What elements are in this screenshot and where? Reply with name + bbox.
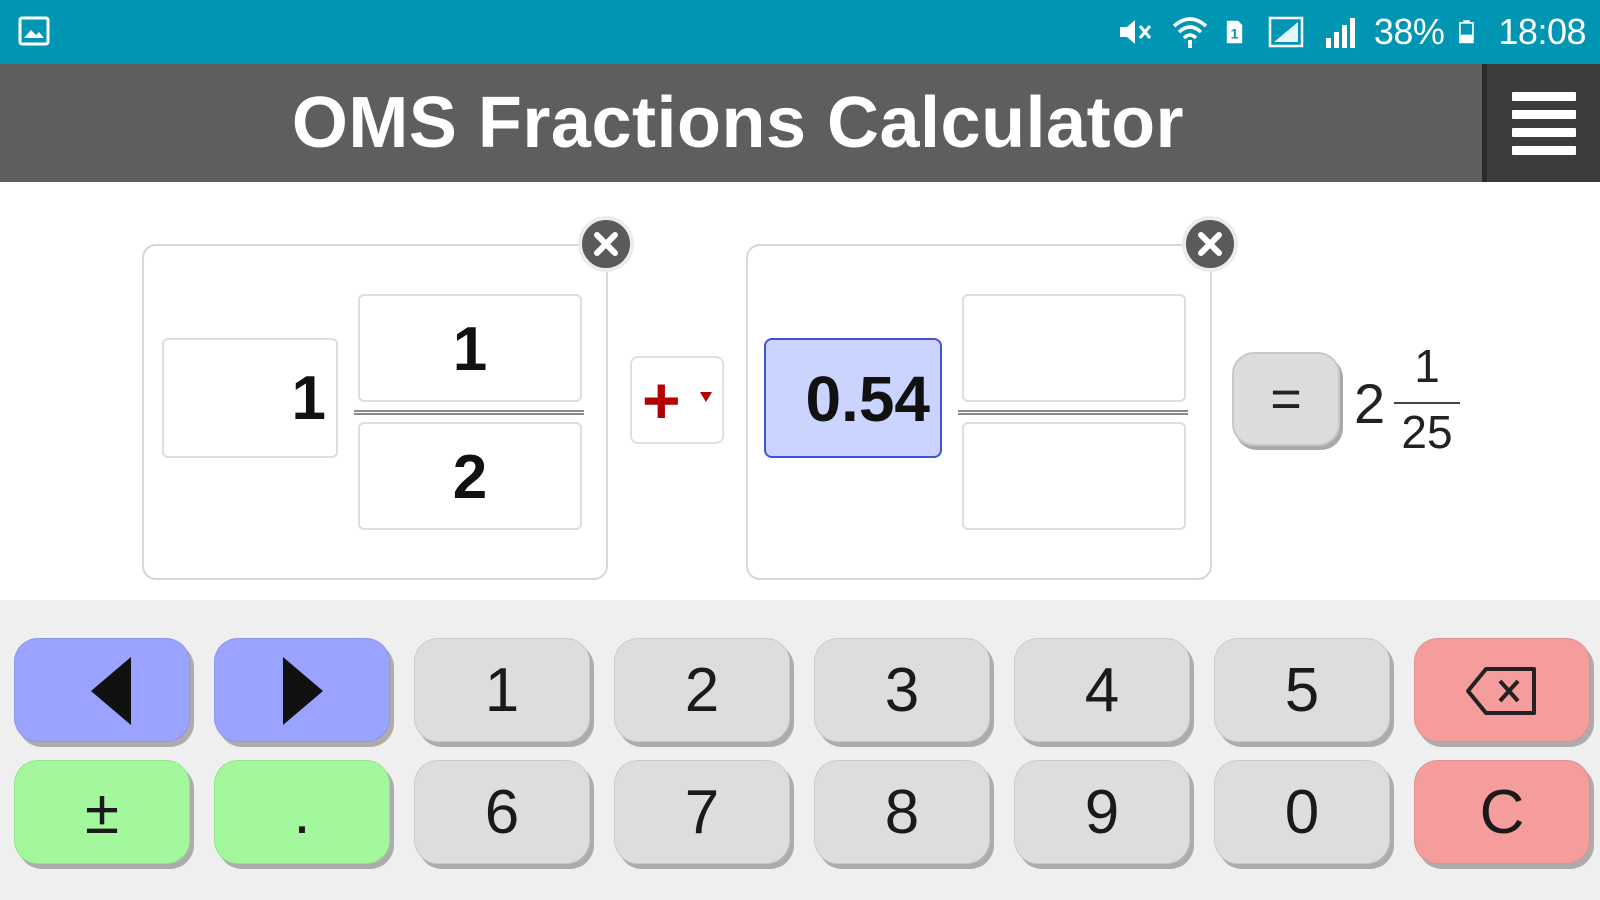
- cursor-right-button[interactable]: [214, 638, 390, 742]
- fraction-2-panel: 0.54: [746, 216, 1238, 580]
- status-bar: 1 38% 18:08: [0, 0, 1600, 64]
- fraction-1-numerator-input[interactable]: 1: [358, 294, 582, 402]
- hamburger-menu-icon[interactable]: [1482, 64, 1600, 182]
- key-0[interactable]: 0: [1214, 760, 1390, 864]
- dropdown-arrow-icon: [700, 392, 712, 402]
- title-bar: OMS Fractions Calculator: [0, 64, 1600, 182]
- battery-percent: 38%: [1373, 11, 1445, 52]
- signal-icon: [1268, 16, 1304, 48]
- fraction-2-whole-input[interactable]: 0.54: [764, 338, 942, 458]
- battery-icon: [1459, 20, 1475, 44]
- backspace-button[interactable]: [1414, 638, 1590, 742]
- mute-icon: [1119, 20, 1151, 44]
- fraction-2-bar: [958, 410, 1188, 415]
- result-fraction-bar: [1394, 402, 1460, 404]
- svg-text:1: 1: [1230, 25, 1238, 41]
- key-6[interactable]: 6: [414, 760, 590, 864]
- plus-minus-button[interactable]: ±: [14, 760, 190, 864]
- key-5[interactable]: 5: [1214, 638, 1390, 742]
- operator-symbol: +: [642, 363, 681, 437]
- keypad: 1 2 3 4 5 ± . 6 7 8 9 0 C: [0, 600, 1600, 900]
- key-9[interactable]: 9: [1014, 760, 1190, 864]
- key-1[interactable]: 1: [414, 638, 590, 742]
- signal-icon: [1325, 18, 1355, 48]
- status-icons: 1 38% 18:08: [1116, 10, 1586, 54]
- left-arrow-icon: [91, 657, 131, 725]
- fraction-2-denominator-input[interactable]: [962, 422, 1186, 530]
- key-8[interactable]: 8: [814, 760, 990, 864]
- fraction-1-denominator-input[interactable]: 2: [358, 422, 582, 530]
- wifi-icon: [1172, 17, 1207, 48]
- right-arrow-icon: [283, 657, 323, 725]
- fraction-1-panel: 1 1 2: [142, 216, 634, 580]
- clear-fraction-2-close-icon[interactable]: [1182, 216, 1238, 272]
- clear-fraction-1-close-icon[interactable]: [578, 216, 634, 272]
- result-denominator: 25: [1401, 406, 1453, 458]
- calculator-app: 1 38% 18:08 OMS Fractions Calculator 1 1…: [0, 0, 1600, 900]
- clear-button[interactable]: C: [1414, 760, 1590, 864]
- result-numerator: 1: [1414, 340, 1440, 392]
- equals-button[interactable]: =: [1232, 352, 1340, 446]
- fraction-2-numerator-input[interactable]: [962, 294, 1186, 402]
- sim-icon: 1: [1226, 20, 1243, 44]
- backspace-icon: [1466, 667, 1536, 715]
- clock: 18:08: [1498, 11, 1586, 52]
- operator-selector[interactable]: +: [630, 356, 724, 444]
- fraction-1-bar: [354, 410, 584, 415]
- key-2[interactable]: 2: [614, 638, 790, 742]
- app-title: OMS Fractions Calculator: [291, 83, 1185, 163]
- gallery-icon: [18, 16, 50, 46]
- fraction-1-whole-input[interactable]: 1: [162, 338, 338, 458]
- result-display: 2 1 25: [1350, 340, 1480, 470]
- key-4[interactable]: 4: [1014, 638, 1190, 742]
- key-7[interactable]: 7: [614, 760, 790, 864]
- result-whole: 2: [1354, 372, 1386, 435]
- cursor-left-button[interactable]: [14, 638, 190, 742]
- decimal-button[interactable]: .: [214, 760, 390, 864]
- key-3[interactable]: 3: [814, 638, 990, 742]
